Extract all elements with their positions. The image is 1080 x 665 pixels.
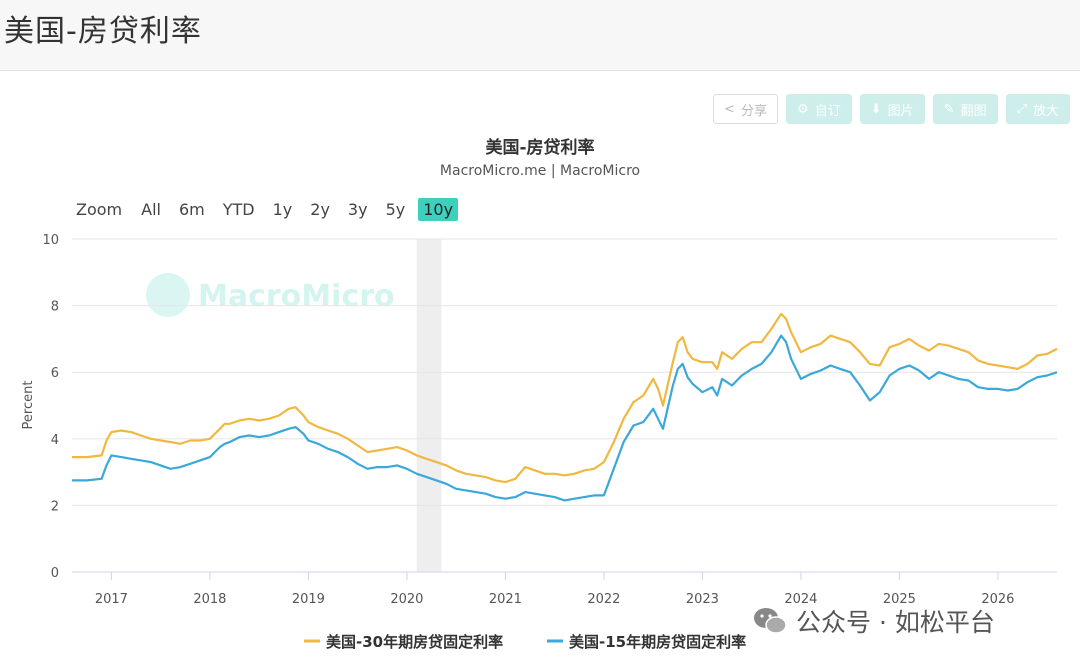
- watermark: MacroMicro: [146, 273, 395, 317]
- footer-watermark-text: 公众号 · 如松平台: [796, 608, 995, 637]
- y-tick-label: 4: [51, 433, 59, 448]
- y-tick-label: 10: [42, 233, 59, 248]
- x-tick-label: 2021: [489, 592, 522, 607]
- x-tick-label: 2019: [292, 592, 325, 607]
- x-tick-label: 2023: [686, 592, 719, 607]
- y-tick-label: 2: [51, 499, 59, 514]
- y-axis-label: Percent: [21, 381, 36, 430]
- x-tick-label: 2020: [390, 592, 423, 607]
- wechat-icon: [754, 608, 787, 634]
- y-tick-label: 6: [51, 366, 59, 381]
- legend-item[interactable]: 美国-30年期房贷固定利率: [326, 633, 503, 651]
- y-tick-label: 0: [51, 566, 59, 581]
- series-line: [72, 312, 1058, 484]
- watermark-text: MacroMicro: [198, 279, 395, 314]
- footer-watermark: 公众号 · 如松平台: [752, 603, 995, 639]
- watermark-logo-icon: [146, 273, 190, 317]
- x-tick-label: 2018: [193, 592, 226, 607]
- legend-item[interactable]: 美国-15年期房贷固定利率: [569, 633, 746, 651]
- x-tick-label: 2017: [95, 592, 128, 607]
- x-tick-label: 2022: [587, 592, 620, 607]
- recession-band: [416, 239, 442, 572]
- chart-canvas: MacroMicro 0 2 4 6 8 10 2017 2018 2019 2020 2021 202…: [21, 233, 1058, 651]
- y-tick-label: 8: [51, 300, 59, 315]
